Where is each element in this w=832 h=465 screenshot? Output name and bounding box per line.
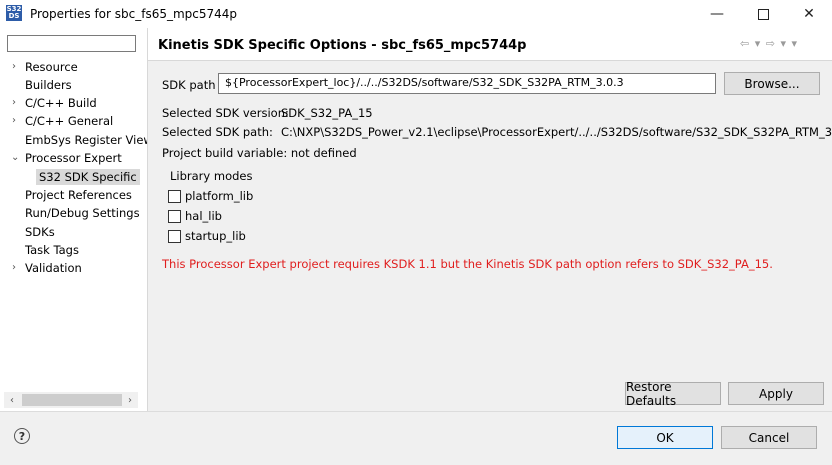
tree-item-s32-sdk-specific[interactable]: S32 SDK Specific <box>36 169 140 185</box>
horizontal-scrollbar[interactable]: ‹ › <box>4 392 138 408</box>
maximize-icon <box>757 8 769 20</box>
library-modes-group: Library modes platform_lib hal_lib start… <box>162 169 256 248</box>
hal-lib-checkbox[interactable]: hal_lib <box>168 209 222 223</box>
close-button[interactable]: ✕ <box>786 0 832 28</box>
selected-sdk-path-label: Selected SDK path: <box>162 125 273 139</box>
tree-item-cpp-general[interactable]: C/C++ General <box>25 114 113 128</box>
page-header: Kinetis SDK Specific Options - sbc_fs65_… <box>148 28 832 61</box>
chevron-down-icon[interactable]: ⌄ <box>11 152 19 163</box>
tree-item-task-tags[interactable]: Task Tags <box>25 243 79 257</box>
title-bar: S32 DS Properties for sbc_fs65_mpc5744p … <box>0 0 832 28</box>
checkbox-icon[interactable] <box>168 209 181 223</box>
tree-item-validation[interactable]: Validation <box>25 261 82 275</box>
minimize-button[interactable]: — <box>694 0 740 28</box>
tree-item-sdks[interactable]: SDKs <box>25 225 55 239</box>
ok-button[interactable]: OK <box>617 426 713 449</box>
maximize-button[interactable] <box>740 0 786 28</box>
project-build-variable: Project build variable: not defined <box>162 146 357 160</box>
tree-item-processor-expert[interactable]: Processor Expert <box>25 151 122 165</box>
scroll-left-icon[interactable]: ‹ <box>4 392 20 408</box>
chevron-right-icon[interactable]: › <box>12 61 16 72</box>
navigation-arrows-icon[interactable]: ⇦ ▾ ⇨ ▾ ▾ <box>740 37 798 50</box>
apply-button[interactable]: Apply <box>728 382 824 405</box>
startup-lib-label: startup_lib <box>185 229 246 243</box>
selected-sdk-version-value: SDK_S32_PA_15 <box>281 106 373 120</box>
properties-page: Kinetis SDK Specific Options - sbc_fs65_… <box>148 28 832 411</box>
tree-item-project-references[interactable]: Project References <box>25 188 132 202</box>
platform-lib-label: platform_lib <box>185 189 254 203</box>
sdk-path-input[interactable]: ${ProcessorExpert_loc}/../../S32DS/softw… <box>218 73 716 94</box>
window-title: Properties for sbc_fs65_mpc5744p <box>30 7 238 21</box>
checkbox-icon[interactable] <box>168 189 181 203</box>
hal-lib-label: hal_lib <box>185 209 222 223</box>
properties-tree-panel: › Resource Builders › C/C++ Build › C/C+… <box>0 28 153 411</box>
library-modes-title: Library modes <box>168 169 255 183</box>
sdk-path-label: SDK path <box>162 78 216 92</box>
scroll-right-icon[interactable]: › <box>122 392 138 408</box>
app-icon: S32 DS <box>6 5 22 21</box>
scrollbar-thumb[interactable] <box>22 394 122 406</box>
chevron-right-icon[interactable]: › <box>12 115 16 126</box>
tree-item-resource[interactable]: Resource <box>25 60 78 74</box>
checkbox-icon[interactable] <box>168 229 181 243</box>
cancel-button[interactable]: Cancel <box>721 426 817 449</box>
tree-item-embsys-register-view[interactable]: EmbSys Register View <box>25 133 153 147</box>
selected-sdk-path-value: C:\NXP\S32DS_Power_v2.1\eclipse\Processo… <box>281 125 832 139</box>
tree-item-cpp-build[interactable]: C/C++ Build <box>25 96 97 110</box>
help-icon[interactable]: ? <box>14 428 30 444</box>
restore-defaults-button[interactable]: Restore Defaults <box>625 380 721 408</box>
browse-button[interactable]: Browse... <box>724 72 820 95</box>
chevron-right-icon[interactable]: › <box>12 262 16 273</box>
page-title: Kinetis SDK Specific Options - sbc_fs65_… <box>158 38 527 53</box>
filter-input[interactable] <box>7 35 136 52</box>
dialog-button-bar: ? OK Cancel <box>0 411 832 465</box>
error-message: This Processor Expert project requires K… <box>162 257 773 271</box>
startup-lib-checkbox[interactable]: startup_lib <box>168 229 246 243</box>
platform-lib-checkbox[interactable]: platform_lib <box>168 189 253 203</box>
selected-sdk-version-label: Selected SDK version: <box>162 106 289 120</box>
tree-item-run-debug-settings[interactable]: Run/Debug Settings <box>25 206 140 220</box>
chevron-right-icon[interactable]: › <box>12 97 16 108</box>
tree-item-builders[interactable]: Builders <box>25 78 72 92</box>
